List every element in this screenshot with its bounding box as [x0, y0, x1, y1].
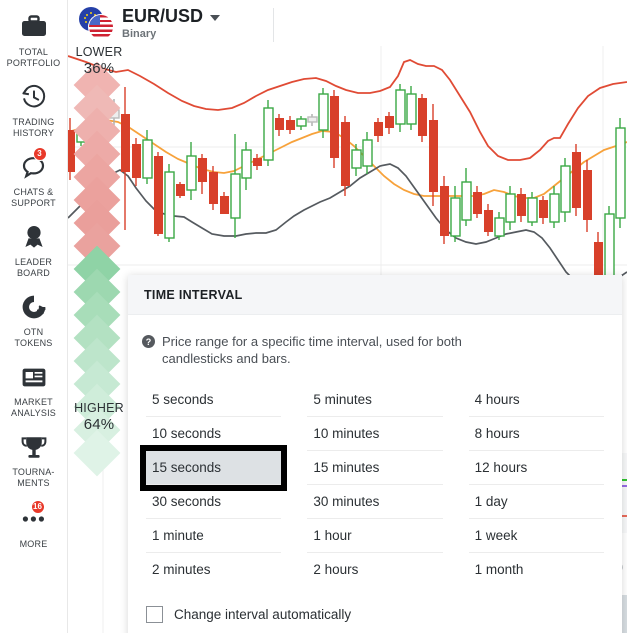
info-icon: ? [142, 335, 155, 348]
interval-options-grid: 5 seconds 10 seconds 15 seconds 30 secon… [128, 367, 622, 586]
instrument-selector[interactable]: EUR/USD Binary [122, 6, 221, 40]
interval-column-hours: 4 hours 8 hours 12 hours 1 day 1 week 1 … [468, 383, 604, 586]
dialog-title: TIME INTERVAL [144, 287, 243, 302]
award-medal-icon [17, 220, 51, 254]
sidebar-item-label: TRADING HISTORY [12, 117, 55, 138]
currency-pair-flags [78, 6, 118, 40]
interval-option-selected[interactable]: 15 seconds [146, 451, 282, 485]
interval-option[interactable]: 30 seconds [146, 485, 282, 519]
sidebar-item-more[interactable]: 16 MORE [0, 500, 68, 550]
dialog-description: ? Price range for a specific time interv… [128, 315, 622, 367]
interval-option[interactable]: 5 minutes [307, 383, 443, 417]
instrument-header: EUR/USD Binary [68, 0, 627, 46]
interval-option[interactable]: 1 minute [146, 519, 282, 553]
interval-option[interactable]: 8 hours [468, 417, 604, 451]
interval-option[interactable]: 10 seconds [146, 417, 282, 451]
interval-option[interactable]: 12 hours [468, 451, 604, 485]
trading-platform-window: EUR/USD Binary 23:30 rs [0, 0, 627, 633]
sidebar-item-label: MORE [19, 539, 48, 549]
clock-history-icon [17, 80, 51, 114]
trophy-icon [17, 430, 51, 464]
sidebar-item-leader-board[interactable]: LEADER BOARD [0, 220, 68, 278]
chat-bubble-icon: 3 [17, 147, 51, 184]
ellipsis-icon: 16 [17, 500, 51, 536]
briefcase-icon [17, 10, 51, 44]
interval-option[interactable]: 1 week [468, 519, 604, 553]
auto-change-row: Change interval automatically [128, 586, 622, 623]
us-flag-icon [89, 15, 113, 39]
interval-column-seconds: 5 seconds 10 seconds 15 seconds 30 secon… [146, 383, 282, 586]
change-interval-automatically-label: Change interval automatically [174, 607, 352, 622]
interval-option[interactable]: 2 minutes [146, 553, 281, 586]
sidebar-item-label: MARKET ANALYSIS [11, 397, 56, 418]
interval-column-minutes: 5 minutes 10 minutes 15 minutes 30 minut… [307, 383, 443, 586]
change-interval-automatically-checkbox[interactable] [146, 606, 163, 623]
dialog-description-text: Price range for a specific time interval… [162, 334, 462, 366]
time-interval-dialog: TIME INTERVAL ? Price range for a specif… [128, 275, 622, 633]
interval-option[interactable]: 4 hours [468, 383, 604, 417]
instrument-type: Binary [122, 28, 157, 40]
otn-token-icon [17, 290, 51, 324]
sidebar-item-label: CHATS & SUPPORT [11, 187, 56, 208]
sidebar-item-tournaments[interactable]: TOURNA- MENTS [0, 430, 68, 488]
interval-option[interactable]: 2 hours [307, 553, 442, 586]
sidebar-item-label: TOURNA- MENTS [12, 467, 55, 488]
sidebar-item-total-portfolio[interactable]: TOTAL PORTFOLIO [0, 10, 68, 68]
sidebar-item-trading-history[interactable]: TRADING HISTORY [0, 80, 68, 138]
interval-option[interactable]: 1 day [468, 485, 604, 519]
sidebar-item-market-analysis[interactable]: MARKET ANALYSIS [0, 360, 68, 418]
interval-option[interactable]: 30 minutes [307, 485, 443, 519]
main-sidebar: TOTAL PORTFOLIO TRADING HISTORY 3 CHATS … [0, 0, 68, 633]
interval-option[interactable]: 15 minutes [307, 451, 443, 485]
interval-option[interactable]: 1 hour [307, 519, 443, 553]
sidebar-item-label: LEADER BOARD [14, 257, 53, 278]
chevron-down-icon[interactable] [210, 14, 221, 21]
chat-badge-count: 3 [32, 147, 47, 161]
interval-option[interactable]: 5 seconds [146, 383, 282, 417]
sidebar-item-label: TOTAL PORTFOLIO [6, 47, 61, 68]
sidebar-item-chats-support[interactable]: 3 CHATS & SUPPORT [0, 147, 68, 208]
header-divider [273, 8, 274, 42]
interval-option[interactable]: 1 month [469, 553, 604, 586]
news-article-icon [17, 360, 51, 394]
sidebar-item-otn-tokens[interactable]: OTN TOKENS [0, 290, 68, 348]
dialog-header: TIME INTERVAL [128, 275, 622, 315]
interval-option[interactable]: 10 minutes [307, 417, 443, 451]
sidebar-item-label: OTN TOKENS [14, 327, 53, 348]
more-badge-count: 16 [30, 500, 45, 514]
page-title: EUR/USD [122, 6, 204, 26]
